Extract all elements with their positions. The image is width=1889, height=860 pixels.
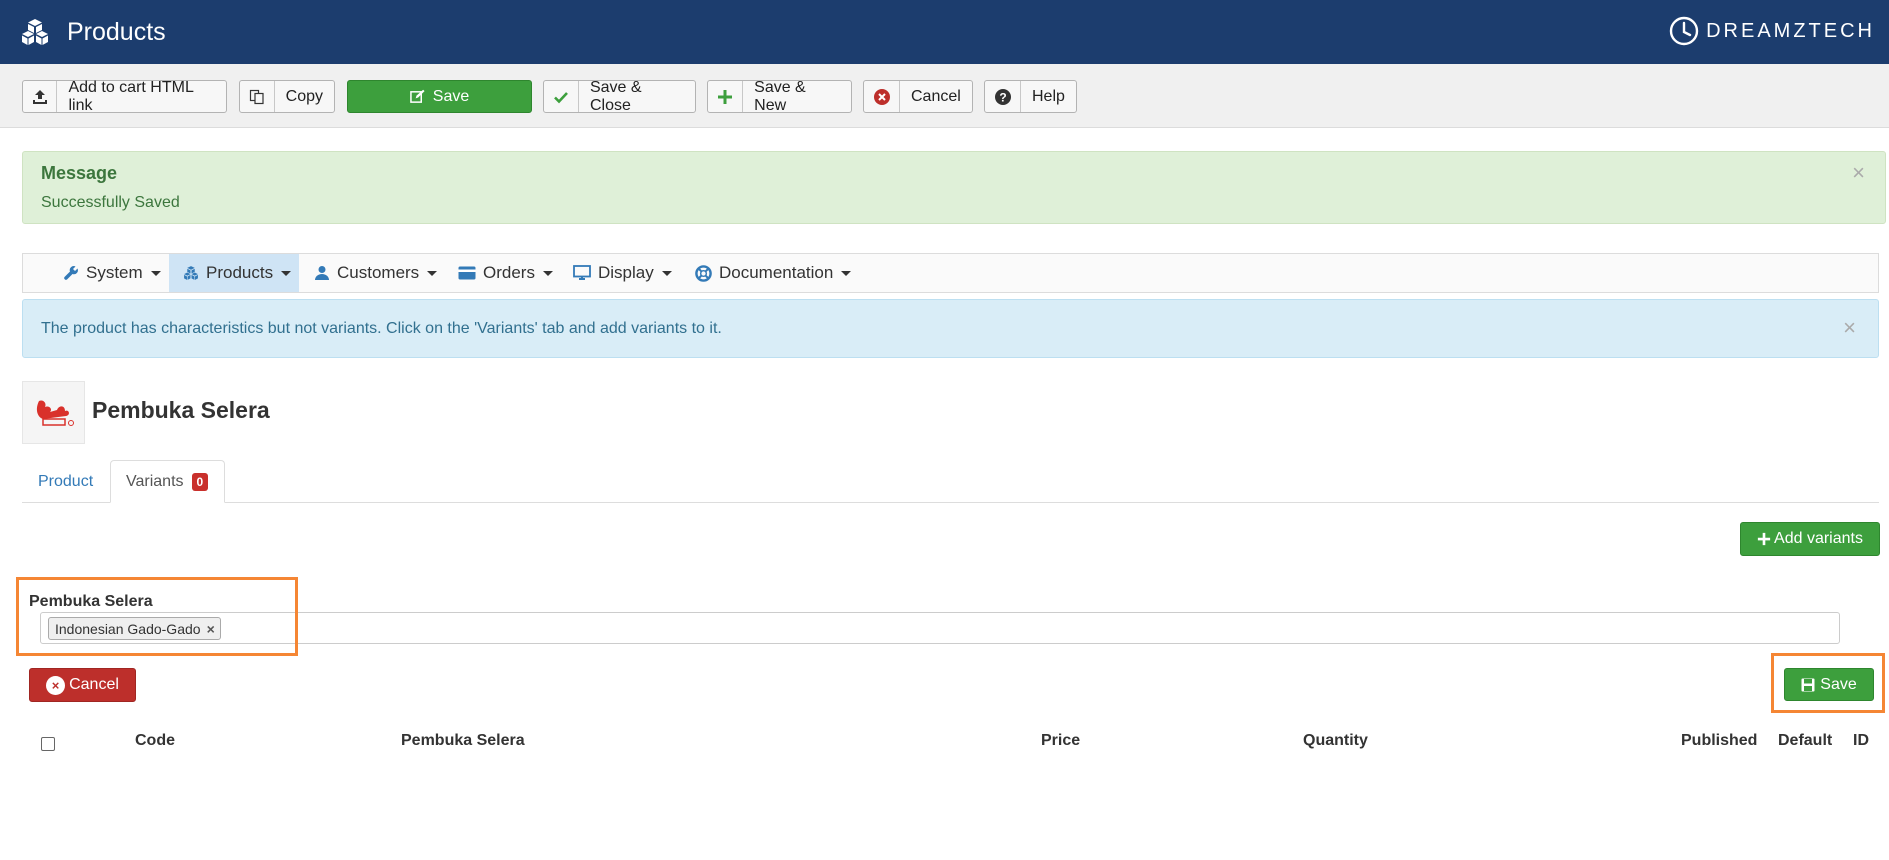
- check-icon: [544, 81, 579, 112]
- close-message-icon[interactable]: ×: [1852, 162, 1865, 184]
- add-variants-label: Add variants: [1774, 530, 1863, 547]
- cancel-circle-icon: ×: [46, 675, 66, 695]
- edit-icon: [409, 81, 425, 112]
- menu-item-display[interactable]: Display: [573, 254, 678, 292]
- plus-icon: [708, 81, 744, 112]
- variants-count-badge: 0: [191, 472, 209, 491]
- highlight-box-characteristic: [16, 577, 298, 656]
- info-message: The product has characteristics but not …: [22, 299, 1879, 358]
- close-info-icon[interactable]: ×: [1843, 317, 1856, 339]
- add-to-cart-html-link-button[interactable]: Add to cart HTML link: [22, 78, 227, 114]
- lifebuoy-icon: [695, 264, 712, 282]
- plus-icon: [1757, 532, 1771, 546]
- message-text: Successfully Saved: [41, 194, 180, 211]
- highlight-box-save: [1771, 653, 1885, 713]
- save-close-label: Save & Close: [589, 78, 642, 114]
- save-button[interactable]: Save: [347, 80, 532, 113]
- menu-label: Orders: [483, 263, 535, 282]
- toolbar: Add to cart HTML link Copy Save Save & C…: [0, 64, 1889, 128]
- column-header-id[interactable]: ID: [1853, 732, 1869, 750]
- page-title: Products: [67, 18, 166, 46]
- message-heading: Message: [41, 163, 118, 183]
- tab-product[interactable]: Product: [22, 460, 109, 503]
- cancel-toolbar-button[interactable]: Cancel: [863, 80, 973, 113]
- menu-label: Display: [598, 263, 654, 282]
- tab-variants[interactable]: Variants 0: [110, 460, 225, 503]
- cancel-label: Cancel: [69, 676, 119, 693]
- copy-icon: [240, 81, 275, 112]
- column-header-code[interactable]: Code: [135, 732, 175, 750]
- column-header-characteristic[interactable]: Pembuka Selera: [401, 732, 525, 750]
- menu-item-documentation[interactable]: Documentation: [695, 254, 855, 292]
- cancel-label: Cancel: [911, 87, 961, 105]
- help-button[interactable]: ? Help: [984, 80, 1077, 113]
- menu-item-orders[interactable]: Orders: [458, 254, 558, 292]
- menu-label: Customers: [337, 263, 420, 282]
- add-to-cart-label: Add to cart HTML link: [68, 78, 194, 114]
- tab-product-label: Product: [38, 472, 94, 490]
- product-image: [22, 381, 85, 444]
- copy-button[interactable]: Copy: [239, 80, 335, 113]
- save-new-button[interactable]: Save & New: [707, 78, 852, 114]
- svg-text:?: ?: [999, 90, 1006, 104]
- menu-item-products[interactable]: Products: [169, 254, 299, 292]
- menu-item-system[interactable]: System: [63, 254, 161, 292]
- brand-name: DREAMZTECH: [1706, 20, 1875, 42]
- clock-logo-icon: [1669, 16, 1699, 46]
- success-message: Message Successfully Saved ×: [22, 151, 1886, 224]
- column-header-quantity[interactable]: Quantity: [1303, 732, 1368, 750]
- brand-logo: DREAMZTECH: [1668, 15, 1875, 47]
- question-circle-icon: ?: [985, 81, 1021, 112]
- cancel-circle-icon: [864, 81, 900, 112]
- cubes-icon: [183, 265, 199, 281]
- credit-card-icon: [458, 266, 476, 280]
- column-header-price[interactable]: Price: [1041, 732, 1080, 750]
- product-logo-icon: [36, 399, 74, 426]
- upload-icon: [23, 81, 58, 112]
- monitor-icon: [573, 265, 591, 281]
- save-close-button[interactable]: Save & Close: [543, 78, 696, 114]
- app-header: Products DREAMZTECH: [0, 0, 1889, 64]
- characteristic-select-input[interactable]: Indonesian Gado-Gado ×: [40, 612, 1840, 644]
- tabs-divider: [22, 502, 1879, 503]
- save-new-label: Save & New: [754, 78, 806, 114]
- column-header-default[interactable]: Default: [1778, 732, 1832, 750]
- user-icon: [314, 265, 330, 281]
- cancel-button[interactable]: × Cancel: [29, 668, 136, 702]
- select-all-checkbox[interactable]: [41, 737, 55, 751]
- wrench-icon: [63, 265, 79, 281]
- save-label: Save: [432, 87, 470, 105]
- column-header-published[interactable]: Published: [1681, 732, 1757, 750]
- copy-label: Copy: [285, 87, 323, 105]
- product-name: Pembuka Selera: [92, 397, 270, 423]
- menu-item-customers[interactable]: Customers: [314, 254, 444, 292]
- menu-label: System: [86, 263, 143, 282]
- menu-label: Products: [206, 263, 274, 282]
- add-variants-button[interactable]: Add variants: [1740, 522, 1880, 556]
- tab-variants-label: Variants: [126, 472, 184, 490]
- help-label: Help: [1032, 87, 1065, 105]
- cubes-icon: [22, 19, 48, 45]
- info-text: The product has characteristics but not …: [41, 320, 722, 337]
- main-menu: System Products Customers Orders Display…: [22, 253, 1879, 293]
- menu-label: Documentation: [719, 263, 834, 282]
